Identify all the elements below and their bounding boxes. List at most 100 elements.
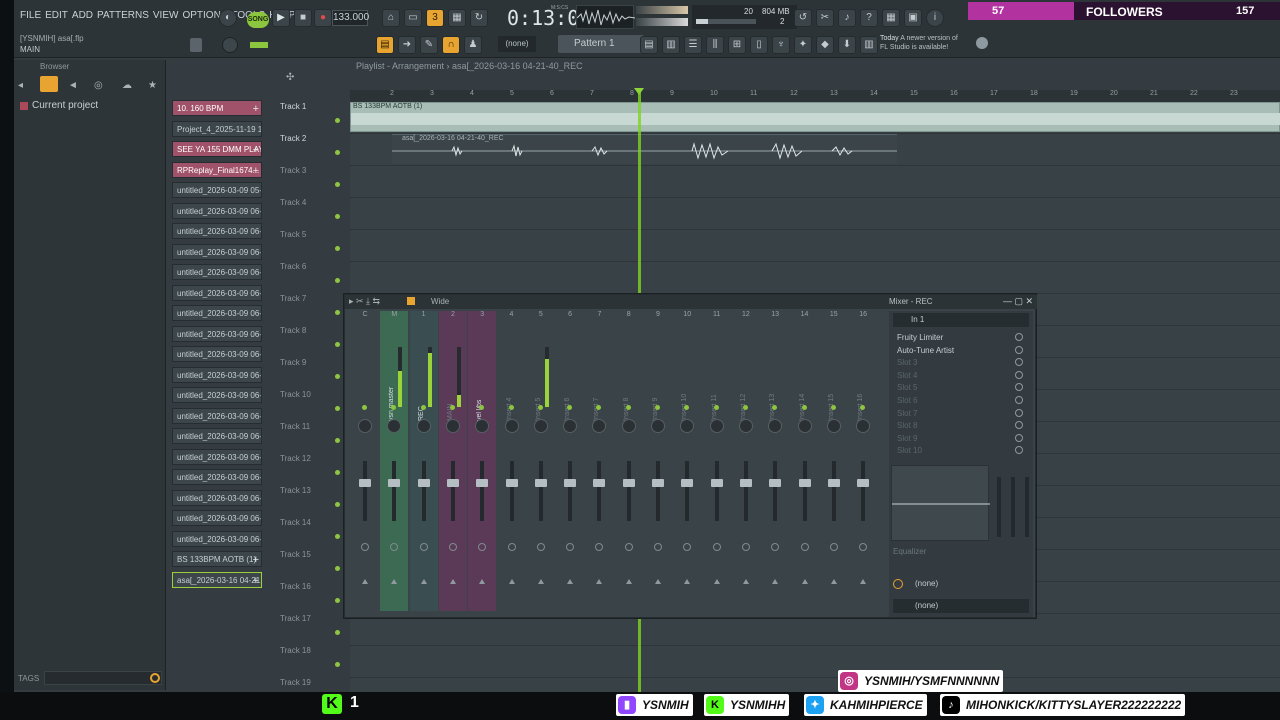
mixer-strip[interactable]: 5 Insert 5	[527, 311, 555, 611]
pan-knob[interactable]	[533, 419, 548, 433]
add-icon[interactable]: +	[253, 163, 259, 177]
slot-mix-knob[interactable]	[1015, 345, 1023, 354]
route-icon[interactable]	[448, 543, 457, 551]
collapse-icon[interactable]: ◂	[18, 80, 23, 91]
mixer-strip[interactable]: 4 Insert 4	[498, 311, 526, 611]
strip-enable-led[interactable]	[625, 405, 631, 410]
arrow-right-icon[interactable]: ➜	[398, 36, 416, 54]
track-header[interactable]: Track 13	[280, 486, 311, 518]
slot-mix-knob[interactable]	[1015, 396, 1023, 404]
channel-button[interactable]: untitled_2026-03-09 06-...	[172, 489, 262, 506]
mixer-strip[interactable]: C	[351, 311, 379, 611]
pan-knob[interactable]	[358, 419, 372, 433]
track-header[interactable]: Track 9	[280, 358, 306, 390]
play-icon[interactable]: ▶	[272, 9, 290, 27]
mixer-strip[interactable]: 2 MAIN	[438, 311, 467, 611]
track-mute-led[interactable]	[335, 566, 340, 571]
mic-icon[interactable]: ♪	[838, 9, 856, 27]
download-icon[interactable]: ⬇	[838, 36, 856, 54]
tag-icon[interactable]: ✦	[794, 36, 812, 54]
route-icon[interactable]	[712, 543, 721, 551]
pan-knob[interactable]	[856, 419, 871, 433]
close-icon[interactable]: — ▢ ✕	[1003, 296, 1033, 307]
send-arrow-icon[interactable]	[801, 579, 808, 584]
pan-knob[interactable]	[797, 419, 812, 433]
pan-knob[interactable]	[738, 419, 753, 433]
route-icon[interactable]	[566, 543, 575, 551]
route-icon[interactable]	[741, 543, 750, 551]
volume-fader[interactable]	[363, 461, 367, 521]
mixer-strip[interactable]: 6 Insert 6	[556, 311, 584, 611]
pan-knob[interactable]	[651, 419, 665, 433]
fader-cap[interactable]	[446, 479, 459, 487]
track-header[interactable]: Track 14	[280, 518, 311, 550]
volume-fader[interactable]	[773, 461, 778, 521]
track-mute-led[interactable]	[335, 246, 340, 251]
route-icon[interactable]	[800, 543, 809, 551]
master-volume-slider[interactable]	[636, 6, 688, 14]
track-mute-led[interactable]	[335, 630, 340, 635]
volume-fader[interactable]	[597, 461, 602, 521]
mixer-strip[interactable]: 13 Insert 13	[761, 311, 789, 611]
slot-mix-knob[interactable]	[1015, 446, 1023, 455]
equalizer-display[interactable]	[891, 465, 990, 541]
output-select[interactable]: (none)	[893, 577, 1029, 591]
channel-button[interactable]: untitled_2026-03-09 06-...	[172, 530, 262, 547]
record-icon[interactable]: ●	[314, 9, 332, 27]
effect-slot[interactable]: Slot 9	[897, 434, 1017, 443]
volume-fader[interactable]	[392, 461, 397, 521]
pan-knob[interactable]	[709, 419, 724, 433]
add-icon[interactable]: +	[253, 573, 259, 587]
fader-cap[interactable]	[857, 479, 870, 487]
track-mute-led[interactable]	[335, 342, 340, 347]
fader-cap[interactable]	[827, 479, 840, 487]
mixer-strip[interactable]: Mysn master	[380, 311, 409, 611]
volume-fader[interactable]	[685, 461, 690, 521]
send-arrow-icon[interactable]	[625, 579, 632, 584]
track-mute-led[interactable]	[335, 534, 340, 539]
eq-band-fader[interactable]	[997, 477, 1001, 537]
fader-cap[interactable]	[476, 479, 489, 487]
route-icon[interactable]	[419, 543, 428, 551]
track-header[interactable]: Track 15	[280, 550, 311, 582]
channel-button[interactable]: untitled_2026-03-09 05-...	[172, 182, 262, 198]
menu-item[interactable]: ADD	[72, 10, 93, 21]
mixer-menu-icon[interactable]: ▸ ✂ ⤓ ⇆	[349, 296, 380, 307]
eq-band-fader[interactable]	[1025, 477, 1029, 537]
effect-slot[interactable]: Fruity Limiter	[897, 333, 1017, 342]
cloud-icon[interactable]: ☁	[122, 80, 132, 91]
volume-fader[interactable]	[626, 461, 631, 521]
mixer-strip[interactable]: 8 Insert 8	[615, 311, 643, 611]
track-mute-led[interactable]	[335, 502, 340, 507]
audio-clip-bs[interactable]: BS 133BPM AOTB (1)	[350, 102, 1280, 132]
fader-cap[interactable]	[534, 479, 547, 487]
route-icon[interactable]	[829, 543, 838, 551]
help-icon[interactable]: ?	[860, 9, 878, 27]
mixer-icon[interactable]: ⫼	[706, 36, 724, 54]
route-icon[interactable]	[654, 543, 662, 551]
song-mode-button[interactable]: SONG	[247, 12, 269, 28]
channel-button[interactable]: untitled_2026-03-09 06-...	[172, 448, 262, 465]
pan-knob[interactable]	[504, 419, 519, 433]
route-icon[interactable]	[478, 543, 487, 551]
tempo-field[interactable]: 133.000	[332, 10, 369, 26]
send-arrow-icon[interactable]	[479, 579, 486, 584]
fader-cap[interactable]	[593, 479, 606, 487]
slot-mix-knob[interactable]	[1015, 408, 1023, 417]
track-mute-led[interactable]	[335, 438, 340, 443]
effect-slot[interactable]: Slot 3	[897, 358, 1017, 367]
channel-rack-icon[interactable]: ☰	[684, 36, 702, 54]
channel-button[interactable]: RPReplay_Final1674... +	[172, 161, 262, 178]
mixer-strip[interactable]: 9 Insert 9	[644, 311, 672, 611]
wait-icon[interactable]: ▭	[404, 9, 422, 27]
track-header[interactable]: Track 10	[280, 390, 311, 422]
slot-mix-knob[interactable]	[1015, 433, 1023, 442]
slot-mix-knob[interactable]	[1015, 358, 1023, 367]
mixer-strip[interactable]: 1 REC	[409, 311, 438, 611]
volume-fader[interactable]	[538, 461, 543, 521]
channel-button[interactable]: untitled_2026-03-09 06-...	[172, 284, 262, 301]
strip-enable-led[interactable]	[537, 405, 543, 410]
mixer-strip[interactable]: 10 Insert 10	[673, 311, 701, 611]
channel-button[interactable]: untitled_2026-03-09 06-...	[172, 325, 262, 342]
fader-cap[interactable]	[622, 479, 635, 487]
